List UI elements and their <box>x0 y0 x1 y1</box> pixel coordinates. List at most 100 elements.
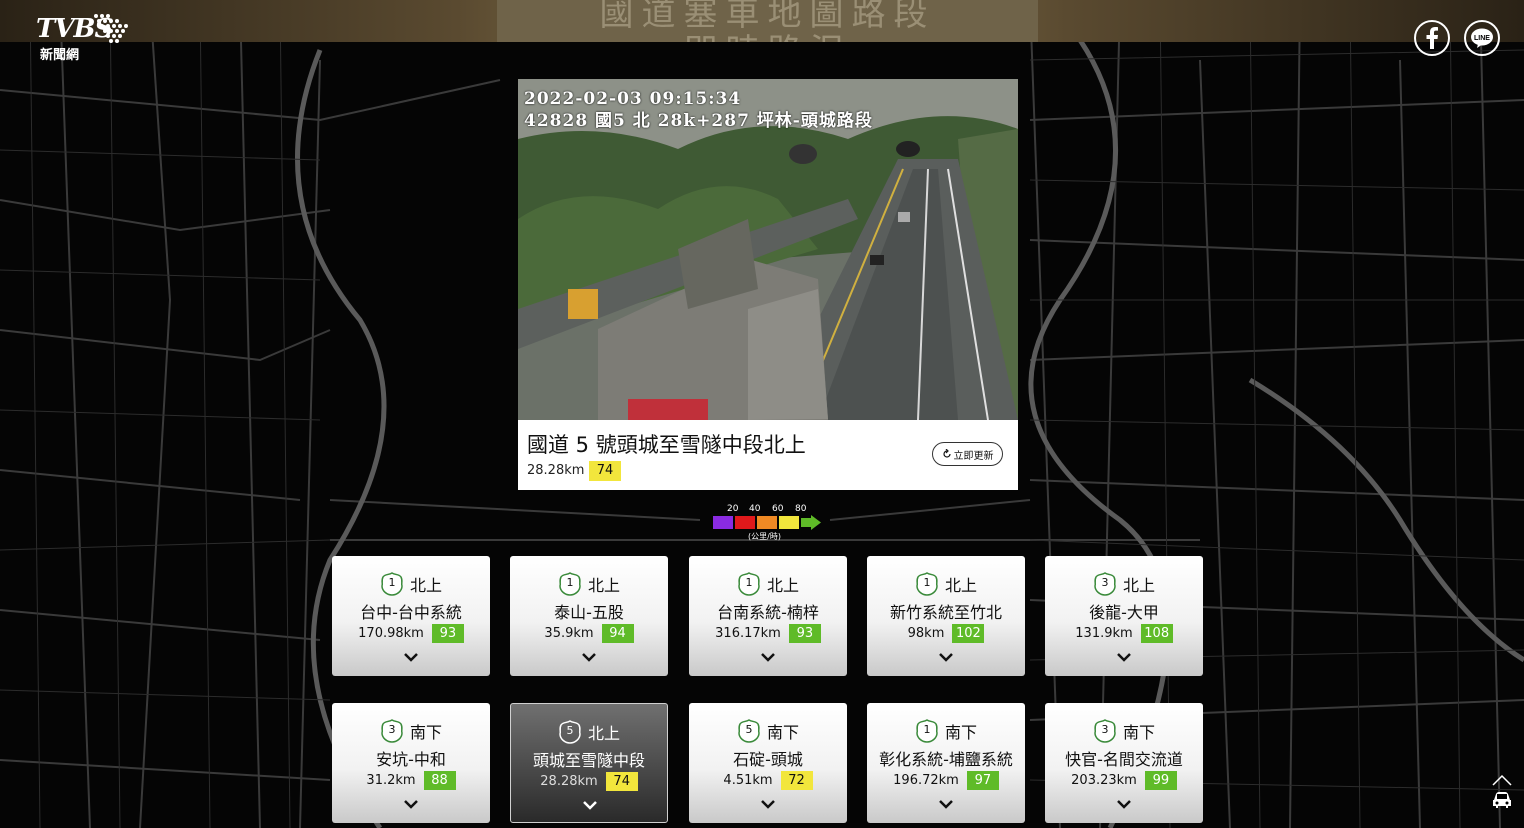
highway-number: 1 <box>923 723 931 736</box>
camera-speed-badge: 74 <box>589 461 621 481</box>
legend-tick: 40 <box>749 504 761 514</box>
chevron-down-icon[interactable] <box>579 650 599 664</box>
route-speed-badge: 74 <box>605 772 638 791</box>
chevron-down-icon[interactable] <box>401 650 421 664</box>
route-speed-badge: 99 <box>1144 771 1177 790</box>
route-distance: 196.72km <box>893 773 959 788</box>
banner-image: 國道塞車地圖路段 即時路況 <box>497 0 1038 42</box>
route-direction: 北上 <box>944 576 977 595</box>
route-name: 新竹系統至竹北 <box>889 603 1002 622</box>
logo-dots-icon <box>94 14 128 43</box>
refresh-button[interactable]: 立即更新 <box>932 442 1003 466</box>
route-card[interactable]: 1 北上泰山-五股 35.9km 94 <box>510 556 668 676</box>
route-card[interactable]: 1 南下 彰化系統-埔鹽系統 196.72km 97 <box>867 703 1025 823</box>
refresh-icon <box>942 449 951 458</box>
route-direction: 北上 <box>766 576 799 595</box>
route-speed-badge: 102 <box>952 624 985 643</box>
highway-number: 5 <box>745 723 753 736</box>
route-stats: 4.51km 72 <box>689 771 847 790</box>
route-distance: 170.98km <box>358 626 424 641</box>
route-direction: 南下 <box>1122 723 1155 742</box>
route-highway: 5 北上 <box>511 720 667 744</box>
chevron-down-icon[interactable] <box>936 797 956 811</box>
route-card[interactable]: 3 南下 快官-名間交流道 203.23km 99 <box>1045 703 1203 823</box>
route-card[interactable]: 3 北上後龍-大甲 131.9km 108 <box>1045 556 1203 676</box>
speed-legend: 20 40 60 80 (公里/時) <box>712 504 824 544</box>
scroll-top-icon[interactable] <box>1491 773 1513 787</box>
route-name: 台中-台中系統 <box>360 603 462 622</box>
route-name: 頭城至雪隧中段 <box>532 751 645 770</box>
legend-green-arrow <box>801 515 821 530</box>
car-icon[interactable] <box>1491 791 1513 809</box>
route-name: 安坑-中和 <box>376 750 446 769</box>
legend-purple <box>713 516 733 529</box>
route-highway: 3 南下 <box>332 719 490 743</box>
route-name: 泰山-五股 <box>554 603 624 622</box>
route-stats: 28.28km 74 <box>511 772 667 791</box>
route-direction: 北上 <box>409 576 442 595</box>
camera-snapshot[interactable]: 2022-02-03 09:15:34 42828 國5 北 28k+287 坪… <box>518 79 1018 420</box>
highway-number: 3 <box>1101 723 1109 736</box>
route-highway: 3 北上 <box>1045 572 1203 596</box>
route-card[interactable]: 1 北上 台中-台中系統 170.98km 93 <box>332 556 490 676</box>
legend-orange <box>757 516 777 529</box>
route-highway: 1 北上 <box>510 572 668 596</box>
chevron-down-icon[interactable] <box>401 797 421 811</box>
route-name: 台南系統-楠梓 <box>717 603 819 622</box>
line-icon: LINE <box>1471 28 1493 48</box>
route-distance: 98km <box>907 626 945 641</box>
highway-shield-icon: 1 <box>915 572 939 596</box>
route-distance: 28.28km <box>540 774 598 789</box>
chevron-down-icon[interactable] <box>936 650 956 664</box>
route-stats: 196.72km 97 <box>867 771 1025 790</box>
banner-line2: 即時路況 <box>497 24 1038 42</box>
highway-shield-icon: 5 <box>737 719 761 743</box>
route-name: 彰化系統-埔鹽系統 <box>879 750 1013 769</box>
route-highway: 1 北上 <box>689 572 847 596</box>
route-highway: 5 南下 <box>689 719 847 743</box>
logo-subtitle: 新聞網 <box>40 48 80 63</box>
highway-shield-icon: 1 <box>915 719 939 743</box>
route-direction: 南下 <box>409 723 442 742</box>
camera-location: 42828 國5 北 28k+287 坪林-頭城路段 <box>524 111 873 131</box>
route-stats: 98km 102 <box>867 624 1025 643</box>
route-speed-badge: 94 <box>601 624 634 643</box>
route-card[interactable]: 1 北上新竹系統至竹北 98km 102 <box>867 556 1025 676</box>
route-distance: 31.2km <box>366 773 416 788</box>
route-card[interactable]: 5 南下 石碇-頭城 4.51km 72 <box>689 703 847 823</box>
chevron-down-icon[interactable] <box>758 797 778 811</box>
highway-number: 1 <box>566 576 574 589</box>
chevron-down-icon[interactable] <box>1114 650 1134 664</box>
route-speed-badge: 108 <box>1140 624 1173 643</box>
route-direction: 北上 <box>587 576 620 595</box>
line-share-button[interactable]: LINE <box>1464 20 1500 56</box>
route-card[interactable]: 5 北上頭城至雪隧中段 28.28km 74 <box>510 703 668 823</box>
route-stats: 35.9km 94 <box>510 624 668 643</box>
route-speed-badge: 93 <box>431 624 464 643</box>
legend-tick: 20 <box>727 504 739 514</box>
route-name: 後龍-大甲 <box>1089 603 1159 622</box>
camera-card: 2022-02-03 09:15:34 42828 國5 北 28k+287 坪… <box>518 79 1018 490</box>
chevron-down-icon[interactable] <box>758 650 778 664</box>
facebook-share-button[interactable] <box>1414 20 1450 56</box>
tvbs-logo[interactable]: TVBS 新聞網 <box>36 12 128 63</box>
route-highway: 1 北上 <box>867 572 1025 596</box>
route-stats: 203.23km 99 <box>1045 771 1203 790</box>
legend-unit: (公里/時) <box>748 532 781 541</box>
chevron-down-icon[interactable] <box>1114 797 1134 811</box>
route-card[interactable]: 1 北上台南系統-楠梓 316.17km 93 <box>689 556 847 676</box>
route-speed-badge: 93 <box>788 624 821 643</box>
route-highway: 3 南下 <box>1045 719 1203 743</box>
highway-shield-icon: 1 <box>558 572 582 596</box>
route-speed-badge: 72 <box>780 771 813 790</box>
camera-timestamp: 2022-02-03 09:15:34 <box>524 89 742 109</box>
chevron-down-icon[interactable] <box>580 798 600 812</box>
highway-number: 3 <box>1101 576 1109 589</box>
route-stats: 31.2km 88 <box>332 771 490 790</box>
highway-shield-icon: 1 <box>737 572 761 596</box>
route-distance: 4.51km <box>723 773 773 788</box>
route-card[interactable]: 3 南下安坑-中和 31.2km 88 <box>332 703 490 823</box>
facebook-icon <box>1426 27 1438 49</box>
route-distance: 131.9km <box>1075 626 1133 641</box>
route-stats: 316.17km 93 <box>689 624 847 643</box>
